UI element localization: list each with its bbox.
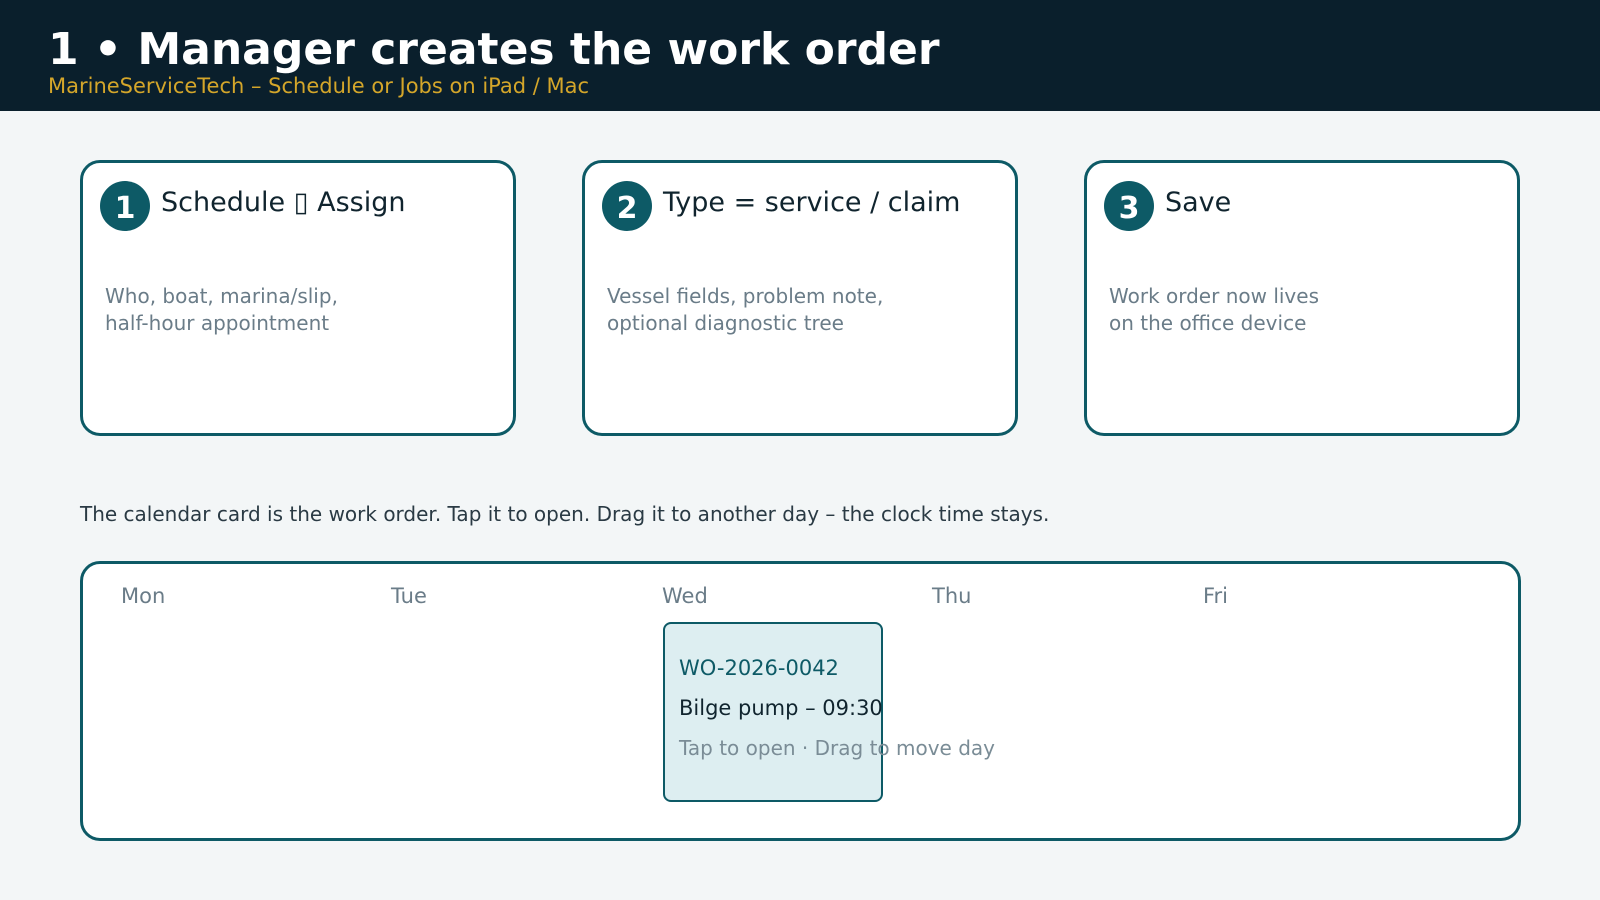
week-calendar: Mon Tue Wed Thu Fri WO-2026-0042 Bilge p… [80, 561, 1521, 841]
step-number-badge: 1 [100, 181, 150, 231]
step-number-badge: 3 [1104, 181, 1154, 231]
page-subtitle: MarineServiceTech – Schedule or Jobs on … [48, 74, 590, 98]
step-title: Save [1165, 187, 1232, 218]
work-order-id: WO-2026-0042 [679, 656, 839, 680]
step-number-badge: 2 [602, 181, 652, 231]
header-bar: 1 • Manager creates the work order Marin… [0, 0, 1600, 111]
step-description: Vessel fields, problem note, optional di… [607, 284, 884, 335]
day-label-thu: Thu [932, 584, 972, 608]
step-title: Type = service / claim [663, 187, 961, 218]
day-label-mon: Mon [121, 584, 166, 608]
step-card-type: 2 Type = service / claim Vessel fields, … [582, 160, 1018, 436]
work-order-event-card[interactable]: WO-2026-0042 Bilge pump – 09:30 Tap to o… [663, 622, 995, 802]
step-title: Schedule ▯ Assign [161, 187, 406, 218]
step-description: Who, boat, marina/slip, half-hour appoin… [105, 284, 338, 335]
step-card-save: 3 Save Work order now lives on the offic… [1084, 160, 1520, 436]
day-label-tue: Tue [391, 584, 427, 608]
work-order-hint: Tap to open · Drag to move day [679, 736, 996, 760]
day-label-fri: Fri [1203, 584, 1229, 608]
step-card-schedule-assign: 1 Schedule ▯ Assign Who, boat, marina/sl… [80, 160, 516, 436]
page-title: 1 • Manager creates the work order [48, 24, 940, 75]
day-label-wed: Wed [662, 584, 708, 608]
step-description: Work order now lives on the office devic… [1109, 284, 1319, 335]
work-order-title: Bilge pump – 09:30 [679, 696, 883, 720]
calendar-caption: The calendar card is the work order. Tap… [80, 502, 1050, 526]
